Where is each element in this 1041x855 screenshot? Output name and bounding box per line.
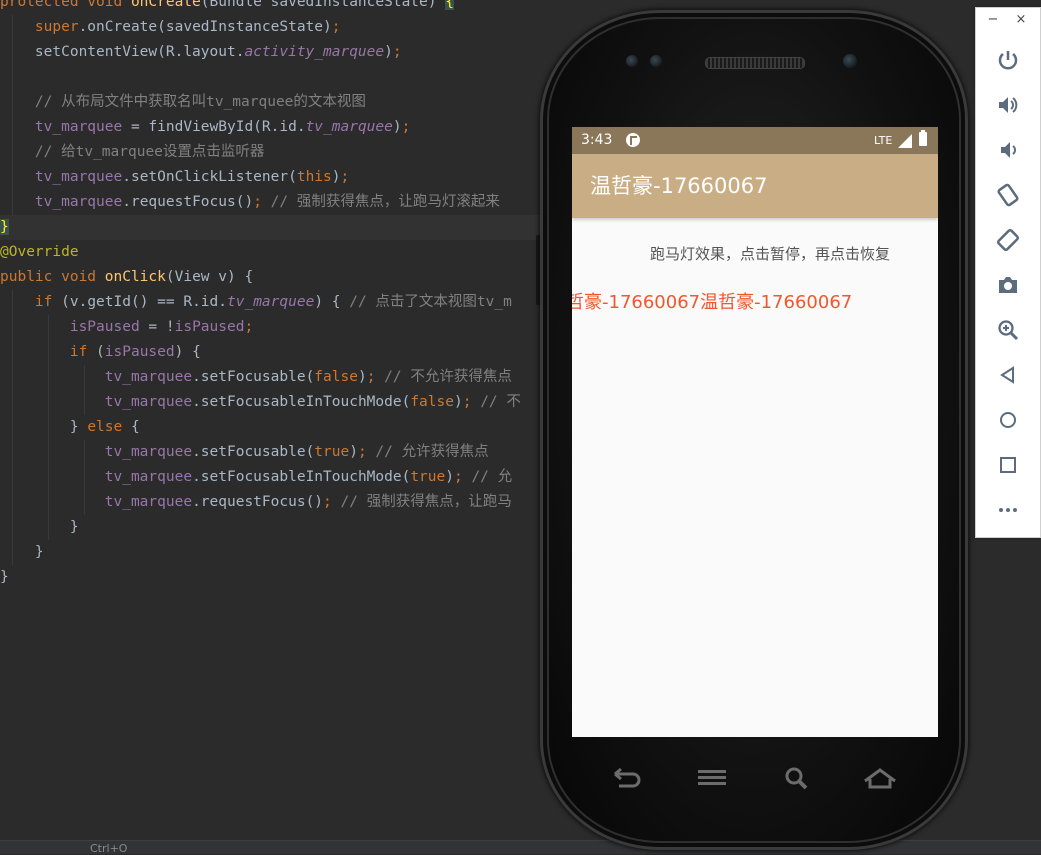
zoom-icon[interactable] (992, 314, 1024, 346)
code-line[interactable]: super.onCreate(savedInstanceState); (0, 15, 341, 40)
power-icon[interactable] (992, 44, 1024, 76)
app-bar: 温哲豪-17660067 (572, 154, 938, 218)
sensor-icon (650, 55, 662, 67)
code-line[interactable]: tv_marquee.setOnClickListener(this); (0, 165, 349, 190)
code-line[interactable]: tv_marquee.requestFocus(); // 强制获得焦点，让跑马 (0, 490, 512, 515)
code-line[interactable]: // 从布局文件中获取名叫tv_marquee的文本视图 (0, 90, 366, 115)
code-line[interactable]: tv_marquee.setFocusableInTouchMode(true)… (0, 465, 512, 490)
code-line[interactable]: tv_marquee.setFocusable(false); // 不允许获得… (0, 365, 512, 390)
sensor-icon (626, 55, 638, 67)
close-button[interactable]: × (1014, 12, 1028, 27)
signal-icon (898, 134, 912, 148)
emulator-toolbar: − × (975, 7, 1041, 538)
code-line[interactable]: setContentView(R.layout.activity_marquee… (0, 40, 402, 65)
home-icon[interactable] (992, 404, 1024, 436)
camera-icon[interactable] (992, 269, 1024, 301)
code-line-current[interactable]: } (0, 215, 545, 240)
minimize-button[interactable]: − (986, 12, 1000, 27)
marquee-text[interactable]: 哲豪-17660067温哲豪-17660067 (572, 288, 852, 314)
rotate-right-icon[interactable] (992, 224, 1024, 256)
back-icon[interactable] (606, 760, 646, 796)
code-line[interactable]: } else { (0, 415, 140, 440)
code-line[interactable]: if (v.getId() == R.id.tv_marquee) { // 点… (0, 290, 512, 315)
code-line[interactable]: tv_marquee = findViewById(R.id.tv_marque… (0, 115, 410, 140)
network-type: LTE (874, 134, 893, 147)
code-line[interactable]: } (0, 565, 9, 590)
more-icon[interactable] (992, 494, 1024, 526)
android-status-bar: 3:43 LTE (572, 127, 938, 154)
volume-down-icon[interactable] (992, 134, 1024, 166)
editor-status-text: Ctrl+O (90, 842, 128, 855)
rotate-left-icon[interactable] (992, 179, 1024, 211)
battery-icon (919, 130, 927, 146)
overview-icon[interactable] (992, 449, 1024, 481)
code-line[interactable]: // 给tv_marquee设置点击监听器 (0, 140, 265, 165)
menu-icon[interactable] (692, 760, 732, 796)
notification-icon (626, 133, 640, 147)
back-icon[interactable] (992, 359, 1024, 391)
code-line[interactable]: tv_marquee.requestFocus(); // 强制获得焦点，让跑马… (0, 190, 500, 215)
code-line[interactable]: protected void onCreate(Bundle savedInst… (0, 0, 454, 15)
hint-text: 跑马灯效果，点击暂停，再点击恢复 (649, 245, 890, 263)
phone-screen[interactable]: 3:43 LTE 温哲豪-17660067 跑马灯效果，点击暂停，再点击恢复 哲… (572, 127, 938, 737)
front-camera-icon (843, 54, 857, 68)
code-line[interactable]: public void onClick(View v) { (0, 265, 253, 290)
code-line[interactable]: } (0, 515, 79, 540)
earpiece-speaker (705, 57, 805, 69)
status-time: 3:43 (581, 132, 613, 148)
code-line[interactable]: isPaused = !isPaused; (0, 315, 253, 340)
volume-up-icon[interactable] (992, 89, 1024, 121)
home-icon[interactable] (860, 760, 900, 796)
search-icon[interactable] (776, 760, 816, 796)
code-line[interactable]: if (isPaused) { (0, 340, 201, 365)
code-line[interactable]: tv_marquee.setFocusable(true); // 允许获得焦点 (0, 440, 489, 465)
code-line[interactable]: } (0, 540, 44, 565)
phone-nav-keys (572, 760, 938, 800)
app-title: 温哲豪-17660067 (590, 174, 768, 198)
code-line[interactable]: tv_marquee.setFocusableInTouchMode(false… (0, 390, 521, 415)
code-line[interactable]: @Override (0, 240, 79, 265)
